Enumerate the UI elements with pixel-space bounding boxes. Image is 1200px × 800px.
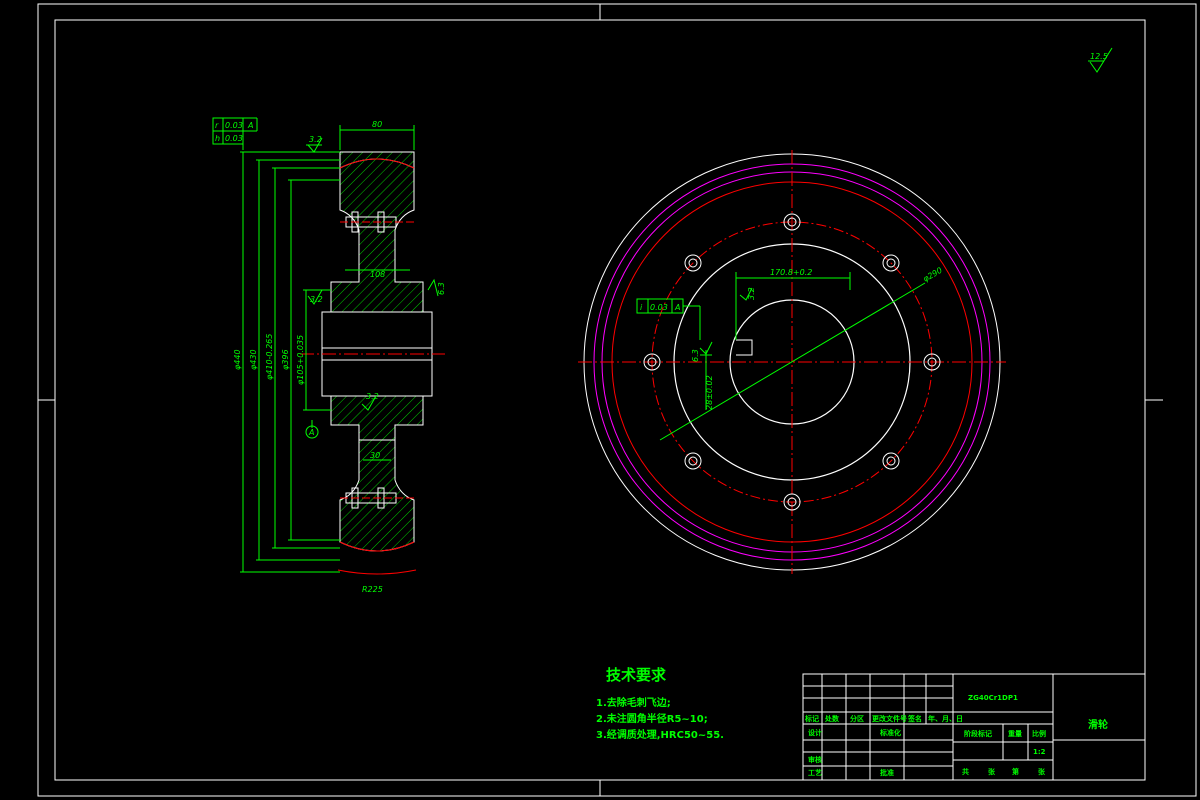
tb-approve: 批准 — [880, 768, 894, 777]
tb-process: 工艺 — [808, 768, 822, 777]
tol-h-symbol: h — [215, 134, 220, 143]
rough-front-a: 3.2 — [747, 287, 756, 300]
tb-weight: 重量 — [1008, 729, 1022, 738]
tb-header-1: 处数 — [824, 714, 840, 723]
dim-dia-396: φ396 — [281, 349, 290, 370]
roughness-symbol-general: 12.5 — [1088, 47, 1113, 73]
tb-header-2: 分区 — [850, 714, 864, 723]
tb-sheet-zhang: 张 — [988, 767, 996, 776]
tb-sheet-zhang2: 张 — [1038, 767, 1046, 776]
tb-header-0: 标记 — [804, 714, 819, 723]
section-view: 80 108 30 R225 φ440 φ430 φ410-0.265 φ396… — [212, 117, 446, 594]
tech-req-item-2: 2.未注圆角半径R5~10; — [596, 712, 708, 725]
rough-4: 3.2 — [366, 392, 379, 401]
tb-scale: 比例 — [1032, 729, 1046, 738]
tb-std: 标准化 — [879, 728, 901, 737]
keyway — [736, 339, 753, 356]
tb-part-name: 滑轮 — [1088, 718, 1108, 731]
tb-design: 设计 — [808, 728, 822, 737]
rough-3: 6.3 — [437, 282, 446, 295]
dim-dia-430: φ430 — [249, 349, 258, 370]
rough-front-b: 6.3 — [691, 349, 700, 362]
dim-dia-105: φ105+0.035 — [296, 335, 305, 385]
technical-requirements: 技术要求 1.去除毛刺飞边; 2.未注圆角半径R5~10; 3.经调质处理,HR… — [596, 666, 724, 741]
tech-req-item-3: 3.经调质处理,HRC50~55. — [596, 728, 724, 741]
tb-sheet-di: 第 — [1012, 767, 1019, 776]
tb-header-5: 年、月、日 — [928, 714, 963, 723]
drawing-sheet: 12.5 80 108 30 R225 φ440 φ430 φ410-0.265… — [37, 3, 1197, 797]
dim-keyway: 170.8+0.2 — [770, 268, 812, 277]
tol-h-value: 0.03 — [225, 134, 243, 143]
tech-req-item-1: 1.去除毛刺飞边; — [596, 696, 671, 709]
rough-2: 3.2 — [310, 295, 323, 304]
hub-section — [330, 269, 424, 441]
roughness-general-label: 12.5 — [1090, 52, 1108, 61]
tb-material: ZG40Cr1DP1 — [968, 694, 1018, 702]
tol-sym-symbol: i — [640, 303, 643, 312]
tb-header-4: 签名 — [907, 714, 922, 723]
rough-1: 3.2 — [309, 135, 322, 144]
tech-req-title: 技术要求 — [606, 666, 667, 684]
tb-check: 审核 — [808, 755, 822, 764]
tb-sheet-total: 共 — [962, 767, 969, 776]
dim-bolt-circle: φ290 — [922, 266, 944, 284]
datum-a-label: A — [308, 428, 314, 437]
tol-sym-value: 0.03 — [650, 303, 668, 312]
rim-section-top — [339, 151, 415, 271]
tb-header-3: 更改文件号 — [872, 714, 907, 723]
tb-stage: 阶段标记 — [964, 729, 992, 738]
tb-scale-value: 1:2 — [1033, 748, 1046, 756]
dim-web: 30 — [370, 451, 380, 460]
dim-groove: R225 — [362, 585, 383, 594]
dim-hub: 108 — [370, 270, 385, 279]
front-view: φ290 170.8+0.2 28±0.02 i 0.03 A 3.2 6.3 — [578, 150, 1006, 574]
dim-dia-410: φ410-0.265 — [265, 334, 274, 380]
dim-key-width: 28±0.02 — [705, 375, 714, 410]
tol-r-symbol: r — [215, 121, 219, 130]
tol-r-value: 0.03 — [225, 121, 243, 130]
dim-dia-440: φ440 — [233, 349, 242, 370]
tol-r-ref: A — [247, 121, 253, 130]
dim-width: 80 — [372, 120, 382, 129]
tol-sym-ref: A — [674, 303, 680, 312]
